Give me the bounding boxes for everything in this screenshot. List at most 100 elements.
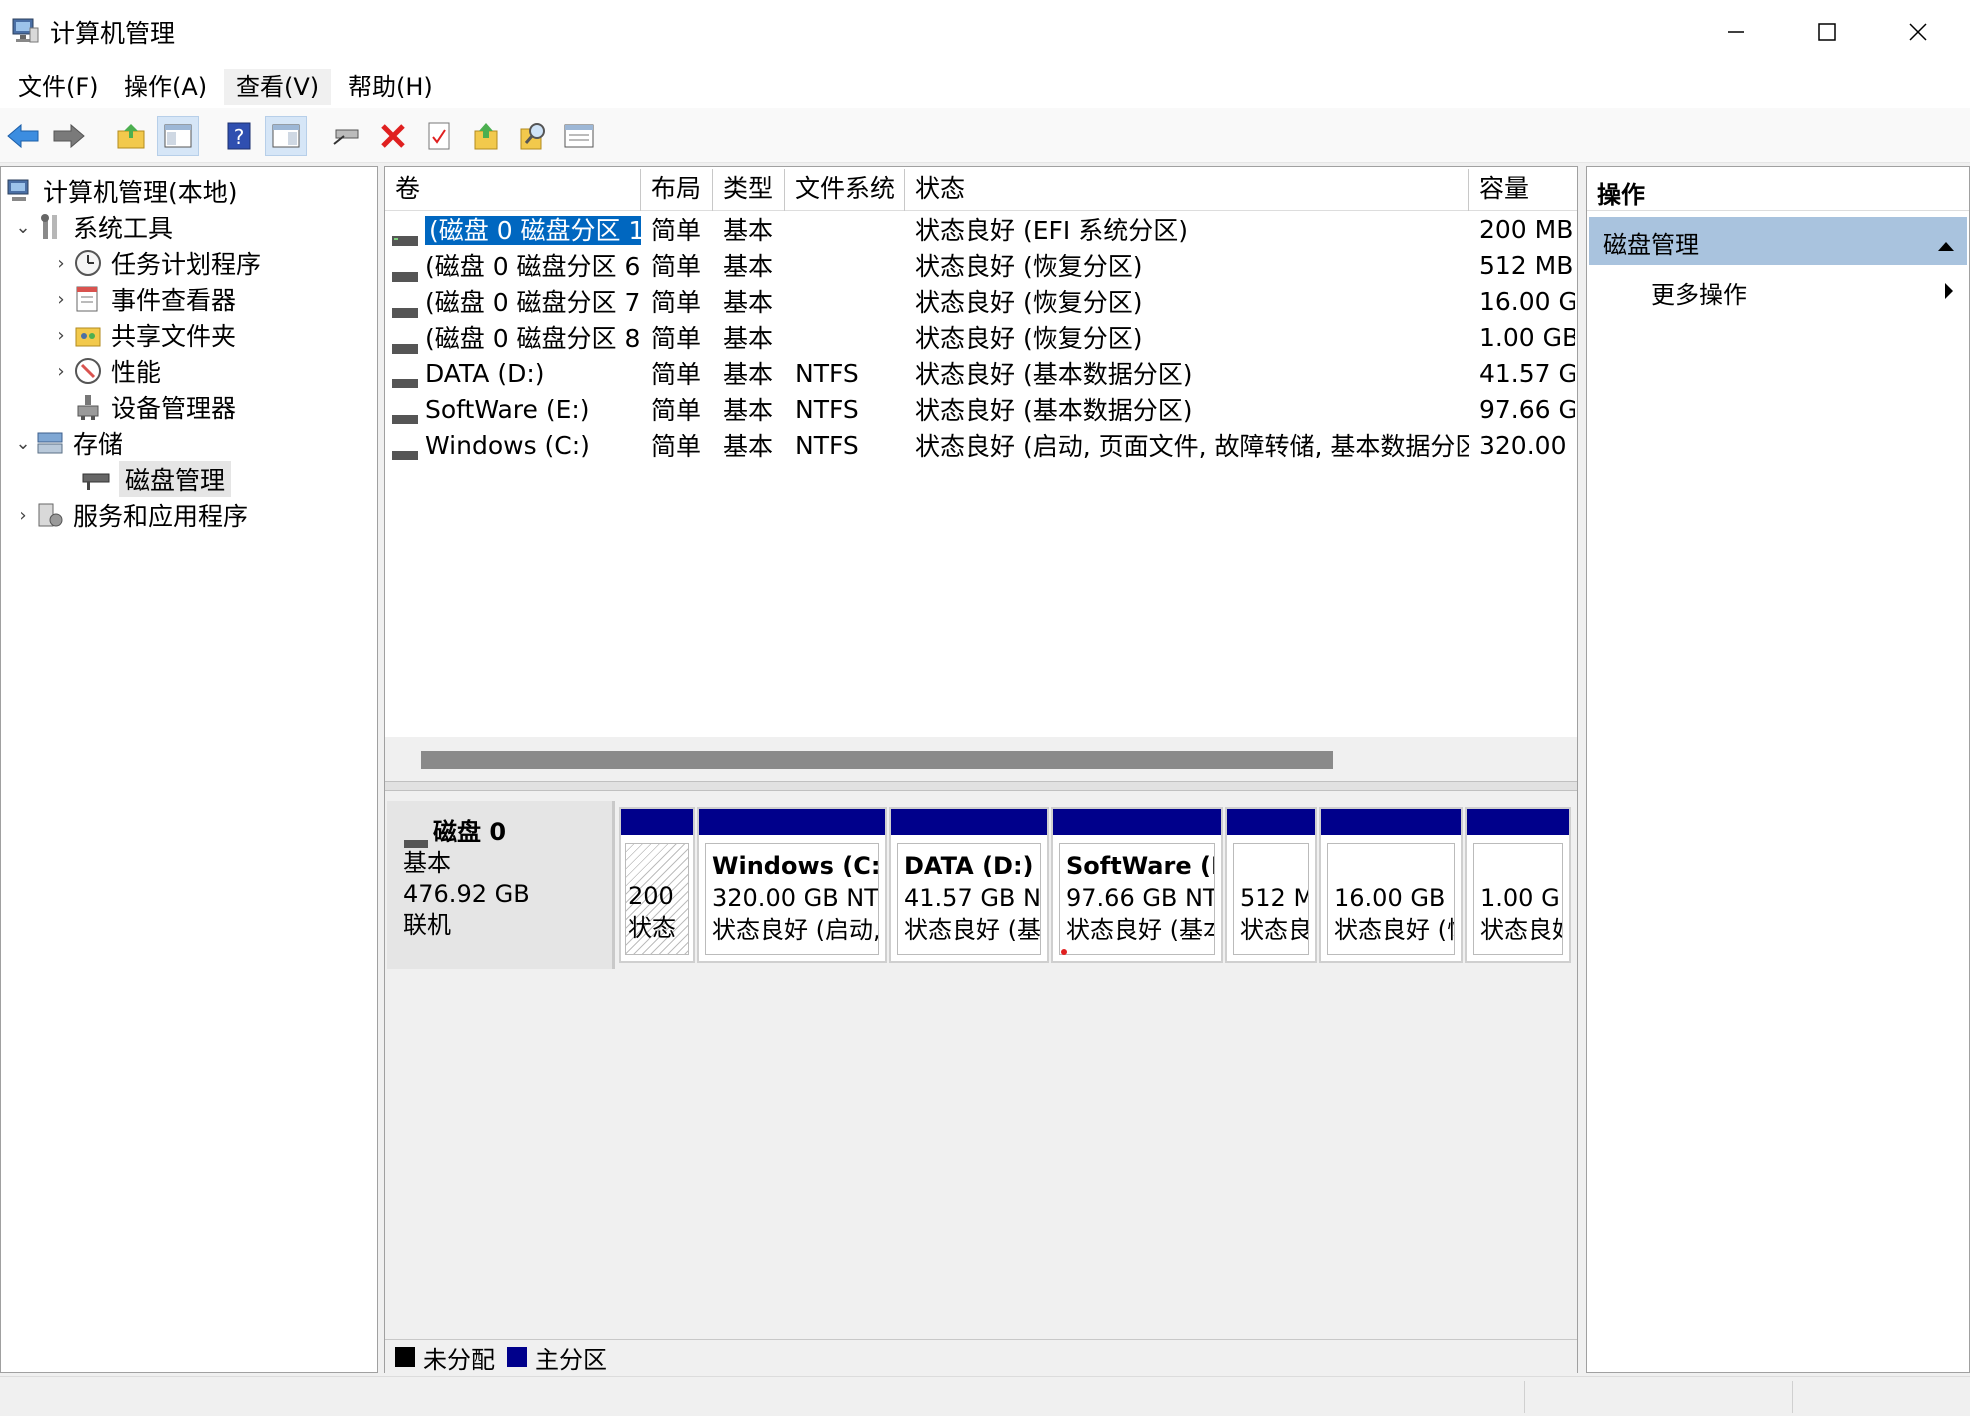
partition-efi[interactable]: 200 状态 [619, 807, 695, 963]
scrollbar-thumb[interactable] [421, 751, 1333, 769]
volume-layout: 简单 [651, 360, 702, 389]
volume-layout: 简单 [651, 396, 702, 425]
column-header-type[interactable]: 类型 [713, 169, 785, 211]
partition-size: 320.00 GB NTI [712, 884, 879, 912]
volume-status: 状态良好 (恢复分区) [915, 324, 1143, 353]
table-row[interactable]: Windows (C:) 简单 基本 NTFS 状态良好 (启动, 页面文件, … [385, 427, 1577, 463]
volume-name: SoftWare (E:) [425, 394, 590, 424]
clock-icon [73, 248, 103, 278]
actions-section-disk-management[interactable]: 磁盘管理 [1589, 217, 1967, 265]
partition-data-d[interactable]: DATA (D:) 41.57 GB N 状态良好 (基 [889, 807, 1049, 963]
volume-name: (磁盘 0 磁盘分区 7) [425, 288, 641, 317]
delete-icon[interactable] [372, 116, 414, 156]
menu-help[interactable]: 帮助(H) [336, 69, 445, 105]
partition-status: 状态良好 (启动, [712, 916, 879, 944]
volume-list-header: 卷 布局 类型 文件系统 状态 容量 [385, 169, 1577, 211]
column-header-capacity[interactable]: 容量 [1469, 169, 1577, 211]
menu-file[interactable]: 文件(F) [6, 69, 111, 105]
tree-label: 事件查看器 [111, 286, 237, 315]
table-row[interactable]: DATA (D:) 简单 基本 NTFS 状态良好 (基本数据分区) 41.57… [385, 355, 1577, 391]
partition-windows-c[interactable]: Windows (C: 320.00 GB NTI 状态良好 (启动, [697, 807, 887, 963]
partition-row: 200 状态 Windows (C: 320.00 GB NTI 状态良好 (启… [619, 807, 1571, 963]
table-row[interactable]: (磁盘 0 磁盘分区 1) 简单 基本 状态良好 (EFI 系统分区) 200 … [385, 211, 1577, 247]
chevron-down-icon[interactable]: ⌄ [11, 433, 35, 454]
partition-software-e[interactable]: SoftWare (I 97.66 GB NT 状态良好 (基本 [1051, 807, 1223, 963]
chevron-right-icon[interactable]: › [49, 361, 73, 382]
tree-item-task-scheduler[interactable]: › 任务计划程序 [1, 245, 377, 281]
tree-item-storage[interactable]: ⌄ 存储 [1, 425, 377, 461]
tree-item-computer-management[interactable]: 计算机管理(本地) [1, 173, 377, 209]
partition-status: 状态良 [1240, 916, 1309, 944]
tree-label: 磁盘管理 [119, 461, 232, 497]
chevron-down-icon[interactable]: ⌄ [11, 217, 35, 238]
chevron-right-icon[interactable]: › [49, 253, 73, 274]
minimize-button[interactable] [1690, 0, 1782, 63]
menu-view[interactable]: 查看(V) [224, 69, 332, 105]
console-tree: 计算机管理(本地) ⌄ 系统工具 › 任务计划程序 › 事件查看器 › 共享文件… [0, 166, 378, 1373]
volume-type: 基本 [723, 396, 774, 425]
help-icon[interactable]: ? [218, 116, 260, 156]
column-header-volume[interactable]: 卷 [385, 169, 641, 211]
toolbar: ? [0, 108, 1970, 163]
partition-status: 状态 [628, 914, 676, 942]
partition-color-bar [699, 809, 885, 835]
tree-item-shared-folders[interactable]: › 共享文件夹 [1, 317, 377, 353]
partition-status: 状态良好 (恢 [1334, 916, 1454, 944]
horizontal-scrollbar[interactable] [385, 737, 1577, 781]
partition-size: 41.57 GB N [904, 884, 1041, 912]
partition-color-bar [1467, 809, 1569, 835]
legend-unallocated: 未分配 [423, 1345, 495, 1374]
partition-status: 状态良好 (基本 [1066, 916, 1215, 944]
forward-arrow-icon[interactable] [48, 116, 90, 156]
disk-name: 磁盘 0 [433, 818, 507, 846]
partition-recovery-1[interactable]: 512 M 状态良 [1225, 807, 1317, 963]
chevron-right-icon[interactable]: › [49, 289, 73, 310]
pane-splitter[interactable] [385, 781, 1577, 791]
partition-recovery-3[interactable]: 1.00 GI 状态良好 [1465, 807, 1571, 963]
search-icon[interactable] [512, 116, 554, 156]
up-folder-icon[interactable] [110, 116, 152, 156]
tree-item-device-manager[interactable]: 设备管理器 [1, 389, 377, 425]
volume-capacity: 200 MB [1479, 214, 1574, 244]
connect-drive-icon[interactable] [325, 116, 367, 156]
collapse-up-icon[interactable] [1937, 231, 1955, 259]
tree-item-disk-management[interactable]: 磁盘管理 [1, 461, 377, 497]
tree-item-performance[interactable]: › 性能 [1, 353, 377, 389]
column-header-layout[interactable]: 布局 [641, 169, 713, 211]
properties-icon[interactable] [418, 116, 460, 156]
view-icon[interactable] [558, 116, 600, 156]
back-arrow-icon[interactable] [2, 116, 44, 156]
volume-name: (磁盘 0 磁盘分区 6) [425, 252, 641, 281]
show-hide-console-tree-icon[interactable] [157, 116, 199, 156]
volume-status: 状态良好 (基本数据分区) [915, 360, 1193, 389]
partition-color-bar [621, 809, 693, 835]
volume-icon [391, 225, 419, 246]
volume-icon [391, 368, 419, 388]
show-hide-action-pane-icon[interactable] [265, 116, 307, 156]
volume-type: 基本 [723, 324, 774, 353]
maximize-button[interactable] [1781, 0, 1873, 63]
table-row[interactable]: (磁盘 0 磁盘分区 7) 简单 基本 状态良好 (恢复分区) 16.00 GE [385, 283, 1577, 319]
volume-layout: 简单 [651, 252, 702, 281]
chevron-right-icon[interactable]: › [49, 325, 73, 346]
close-button[interactable] [1872, 0, 1964, 63]
more-actions-item[interactable]: 更多操作 [1587, 267, 1969, 311]
disk-info-card[interactable]: 磁盘 0 基本 476.92 GB 联机 [387, 801, 615, 969]
tree-item-system-tools[interactable]: ⌄ 系统工具 [1, 209, 377, 245]
table-row[interactable]: SoftWare (E:) 简单 基本 NTFS 状态良好 (基本数据分区) 9… [385, 391, 1577, 427]
tree-item-event-viewer[interactable]: › 事件查看器 [1, 281, 377, 317]
volume-type: 基本 [723, 360, 774, 389]
volume-icon [391, 261, 419, 282]
partition-recovery-2[interactable]: 16.00 GB 状态良好 (恢 [1319, 807, 1463, 963]
tree-item-services-apps[interactable]: › 服务和应用程序 [1, 497, 377, 533]
chevron-right-icon[interactable]: › [11, 505, 35, 526]
menu-action[interactable]: 操作(A) [112, 69, 219, 105]
table-row[interactable]: (磁盘 0 磁盘分区 6) 简单 基本 状态良好 (恢复分区) 512 MB [385, 247, 1577, 283]
table-row[interactable]: (磁盘 0 磁盘分区 8) 简单 基本 状态良好 (恢复分区) 1.00 GB [385, 319, 1577, 355]
export-icon[interactable] [465, 116, 507, 156]
volume-icon [391, 333, 419, 354]
volume-capacity: 320.00 G [1479, 430, 1575, 460]
volume-layout: 简单 [651, 324, 702, 353]
column-header-status[interactable]: 状态 [905, 169, 1469, 211]
column-header-filesystem[interactable]: 文件系统 [785, 169, 905, 211]
